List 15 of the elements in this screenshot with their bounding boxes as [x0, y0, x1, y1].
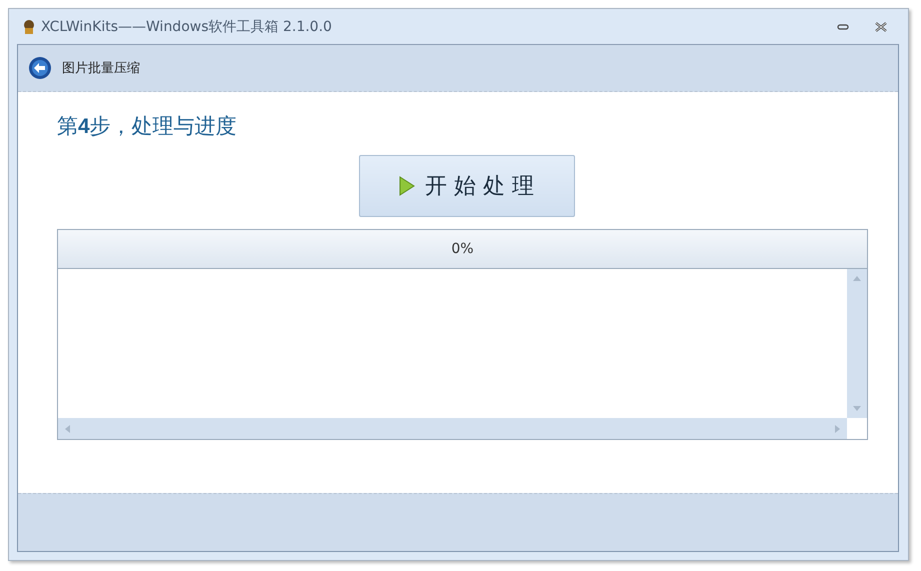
start-button[interactable]: 开 始 处 理 [358, 155, 574, 217]
vertical-scrollbar[interactable] [847, 269, 867, 418]
scroll-down-icon[interactable] [853, 406, 861, 412]
minimize-icon [837, 22, 849, 30]
app-icon [21, 18, 37, 34]
progress-reading: 0% [451, 241, 474, 257]
window-title: XCLWinKits——Windows软件工具箱 2.1.0.0 [41, 18, 332, 36]
close-icon [875, 22, 887, 32]
page-title: 图片批量压缩 [62, 60, 140, 77]
step-heading: 第4步，处理与进度 [57, 113, 238, 140]
play-icon [399, 176, 415, 196]
back-button[interactable] [28, 56, 52, 80]
scroll-up-icon[interactable] [853, 275, 861, 281]
scroll-right-icon[interactable] [835, 424, 841, 432]
scroll-left-icon[interactable] [64, 424, 70, 432]
